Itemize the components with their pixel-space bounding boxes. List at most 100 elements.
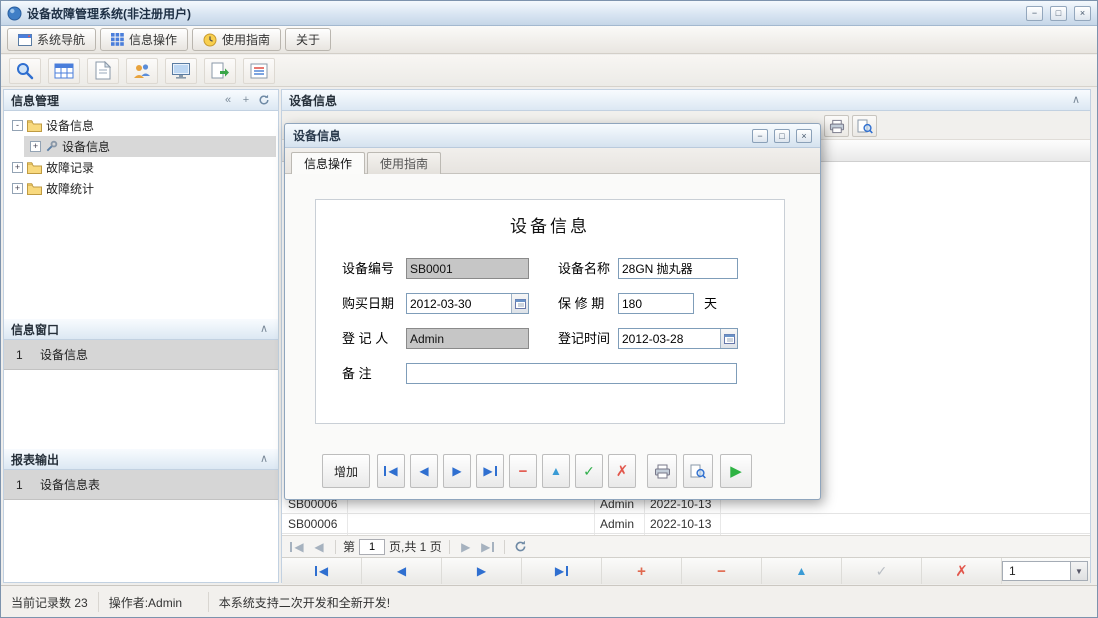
- last-page-button[interactable]: ▶: [479, 539, 497, 555]
- check-icon: ✓: [876, 564, 888, 578]
- calendar-button[interactable]: [720, 329, 737, 348]
- report-button[interactable]: [165, 58, 197, 84]
- remark-input[interactable]: [406, 363, 737, 384]
- print-button[interactable]: [647, 454, 677, 488]
- print-button[interactable]: [824, 115, 849, 137]
- tab-info-operation[interactable]: 信息操作: [100, 28, 188, 51]
- add-icon[interactable]: +: [239, 93, 253, 107]
- tree-node-device-info-folder[interactable]: - 设备信息: [4, 115, 278, 136]
- next-icon: ▶: [452, 465, 461, 477]
- restore-button[interactable]: □: [1050, 6, 1067, 21]
- table-view-button[interactable]: [48, 58, 80, 84]
- edit-record-button[interactable]: ▲: [762, 558, 842, 584]
- next-record-button[interactable]: ▶: [443, 454, 471, 488]
- dialog-close-button[interactable]: ×: [796, 129, 812, 143]
- monitor-icon: [171, 62, 191, 80]
- save-record-button[interactable]: ✓: [842, 558, 922, 584]
- dialog-maximize-button[interactable]: □: [774, 129, 790, 143]
- record-selector-value: 1: [1003, 564, 1070, 578]
- registrant-input[interactable]: [406, 328, 529, 349]
- tree-node-device-info[interactable]: + 设备信息: [24, 136, 276, 157]
- refresh-page-button[interactable]: [512, 539, 530, 555]
- delete-record-button[interactable]: −: [509, 454, 537, 488]
- next-page-button[interactable]: ▶: [457, 539, 475, 555]
- minimize-button[interactable]: −: [1026, 6, 1043, 21]
- device-no-label: 设备编号: [342, 258, 394, 279]
- delete-record-button[interactable]: −: [682, 558, 762, 584]
- expand-toggle[interactable]: +: [12, 162, 23, 173]
- tree-node-fault-records[interactable]: + 故障记录: [4, 157, 278, 178]
- reg-time-input[interactable]: [619, 332, 720, 346]
- close-button[interactable]: ×: [1074, 6, 1091, 21]
- collapse-icon[interactable]: ∧: [257, 452, 271, 466]
- last-record-button[interactable]: ▶: [522, 558, 602, 584]
- collapse-toggle[interactable]: -: [12, 120, 23, 131]
- list-button[interactable]: [243, 58, 275, 84]
- run-button[interactable]: ▶: [720, 454, 752, 488]
- tree-node-fault-stats[interactable]: + 故障统计: [4, 178, 278, 199]
- reg-time-field: [618, 328, 738, 349]
- refresh-icon[interactable]: [257, 94, 271, 106]
- add-button[interactable]: 增加: [322, 454, 370, 488]
- new-document-button[interactable]: [87, 58, 119, 84]
- report-output-list: 1 设备信息表: [4, 470, 278, 582]
- cancel-record-button[interactable]: ✗: [608, 454, 636, 488]
- device-name-input[interactable]: [618, 258, 738, 279]
- panel-header-info-window: 信息窗口 ∧: [4, 319, 278, 340]
- prev-page-button[interactable]: ◀: [310, 539, 328, 555]
- collapse-icon[interactable]: ∧: [1069, 93, 1083, 107]
- device-no-input[interactable]: [406, 258, 529, 279]
- last-record-button[interactable]: ▶: [476, 454, 504, 488]
- purchase-date-input[interactable]: [407, 297, 511, 311]
- collapse-left-icon[interactable]: «: [221, 93, 235, 107]
- dialog-tab-info-operation[interactable]: 信息操作: [291, 152, 365, 174]
- info-tree: - 设备信息 + 设备信息 + 故障记录 + 故障统计: [4, 111, 278, 319]
- info-window-list: 1 设备信息: [4, 340, 278, 449]
- edit-record-button[interactable]: ▲: [542, 454, 570, 488]
- folder-icon: [27, 120, 42, 132]
- next-record-button[interactable]: ▶: [442, 558, 522, 584]
- tab-system-navigation[interactable]: 系统导航: [7, 28, 96, 51]
- export-button[interactable]: [204, 58, 236, 84]
- dialog-tab-user-guide[interactable]: 使用指南: [367, 152, 441, 174]
- first-page-button[interactable]: ◀: [288, 539, 306, 555]
- save-record-button[interactable]: ✓: [575, 454, 603, 488]
- next-icon: ▶: [477, 565, 486, 577]
- list-item-device-info-table[interactable]: 1 设备信息表: [4, 470, 278, 500]
- play-icon: ▶: [730, 464, 742, 479]
- preview-icon: [690, 464, 706, 479]
- first-icon: ◀: [315, 565, 328, 577]
- collapse-icon[interactable]: ∧: [257, 322, 271, 336]
- app-icon: [7, 6, 22, 21]
- dialog-titlebar: 设备信息 − □ ×: [285, 124, 820, 148]
- record-selector[interactable]: 1 ▼: [1002, 561, 1088, 581]
- preview-button[interactable]: [683, 454, 713, 488]
- calendar-button[interactable]: [511, 294, 528, 313]
- table-row[interactable]: SB00006 Admin 2022-10-13: [282, 514, 1090, 534]
- tab-label: 使用指南: [222, 31, 270, 48]
- prev-record-button[interactable]: ◀: [410, 454, 438, 488]
- expand-toggle[interactable]: +: [12, 183, 23, 194]
- cancel-record-button[interactable]: ✗: [922, 558, 1002, 584]
- dialog-minimize-button[interactable]: −: [752, 129, 768, 143]
- reg-time-label: 登记时间: [558, 328, 610, 349]
- prev-record-button[interactable]: ◀: [362, 558, 442, 584]
- warranty-input[interactable]: [618, 293, 694, 314]
- registrant-label: 登 记 人: [342, 328, 388, 349]
- list-item-device-info[interactable]: 1 设备信息: [4, 340, 278, 370]
- print-icon: [654, 464, 671, 479]
- tab-label: 关于: [296, 31, 320, 48]
- page-number-input[interactable]: [359, 539, 385, 555]
- expand-toggle[interactable]: +: [30, 141, 41, 152]
- first-record-button[interactable]: ◀: [282, 558, 362, 584]
- first-record-button[interactable]: ◀: [377, 454, 405, 488]
- search-button[interactable]: [9, 58, 41, 84]
- add-record-button[interactable]: +: [602, 558, 682, 584]
- up-icon: ▲: [796, 565, 808, 577]
- tab-about[interactable]: 关于: [285, 28, 331, 51]
- device-info-dialog: 设备信息 − □ × 信息操作 使用指南 设备信息 设备编号 设备名称 购买日期…: [284, 123, 821, 500]
- page-label-prefix: 第: [343, 538, 355, 555]
- preview-button[interactable]: [852, 115, 877, 137]
- users-button[interactable]: [126, 58, 158, 84]
- tab-user-guide[interactable]: 使用指南: [192, 28, 281, 51]
